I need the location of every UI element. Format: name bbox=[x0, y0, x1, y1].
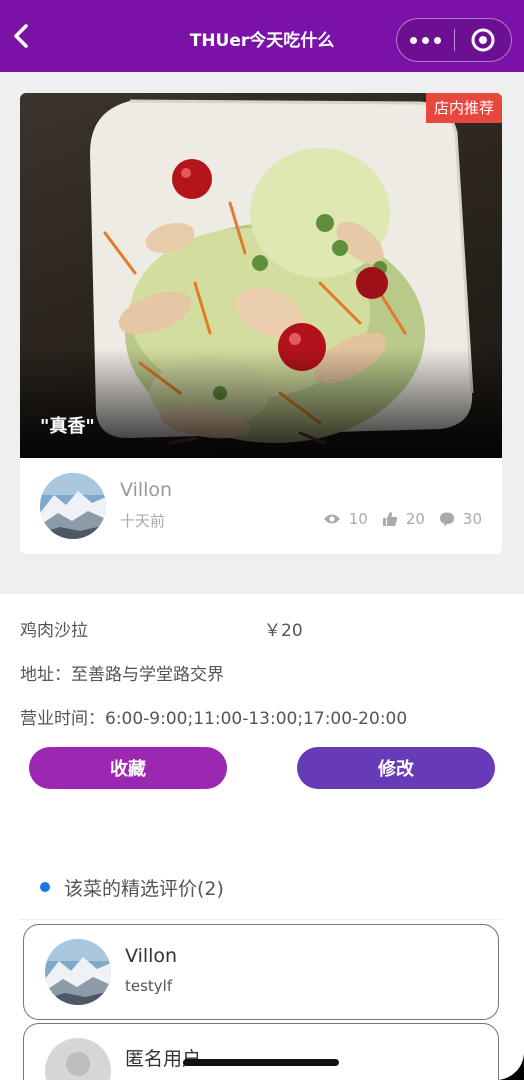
photo-caption: "真香" bbox=[40, 416, 95, 437]
more-button[interactable] bbox=[397, 19, 454, 61]
review-card[interactable]: 匿名用户 bbox=[23, 1023, 499, 1080]
navigation-bar: THUer今天吃什么 bbox=[0, 0, 524, 72]
default-user-avatar-icon bbox=[45, 1038, 111, 1080]
mountain-avatar-image bbox=[40, 473, 106, 539]
post-time: 十天前 bbox=[120, 512, 166, 530]
author-name[interactable]: Villon bbox=[120, 479, 172, 501]
reviewer-avatar[interactable] bbox=[45, 939, 111, 1005]
reviews-header: 该菜的精选评价(2) bbox=[20, 868, 502, 920]
review-text: testylf bbox=[125, 977, 173, 995]
views-count: 10 bbox=[348, 510, 368, 528]
review-card[interactable]: Villon testylf bbox=[23, 924, 499, 1020]
dish-address: 地址：至善路与学堂路交界 bbox=[20, 665, 224, 685]
dish-price: ￥20 bbox=[264, 621, 303, 641]
comment-icon bbox=[439, 512, 454, 527]
comments-stat[interactable]: 30 bbox=[439, 510, 482, 528]
recommend-badge: 店内推荐 bbox=[425, 93, 502, 123]
dish-photo[interactable]: 店内推荐 "真香" bbox=[20, 93, 502, 458]
mini-program-capsule bbox=[396, 18, 512, 62]
target-icon bbox=[471, 28, 495, 52]
home-indicator[interactable] bbox=[183, 1059, 339, 1066]
thumbs-up-icon bbox=[382, 512, 397, 526]
reviews-title: 该菜的精选评价(2) bbox=[64, 878, 224, 900]
reviewer-avatar[interactable] bbox=[45, 1038, 111, 1080]
comments-count: 30 bbox=[462, 510, 482, 528]
reviewer-name: 匿名用户 bbox=[125, 1048, 202, 1070]
avatar[interactable] bbox=[40, 473, 106, 539]
views-stat: 10 bbox=[323, 510, 368, 528]
likes-stat[interactable]: 20 bbox=[382, 510, 425, 528]
dish-name: 鸡肉沙拉 bbox=[20, 621, 88, 641]
close-mini-program-button[interactable] bbox=[454, 19, 511, 61]
more-dots-icon bbox=[409, 36, 441, 44]
author-row: Villon 十天前 10 20 30 bbox=[20, 458, 502, 554]
bullet-dot-icon bbox=[40, 882, 50, 892]
dish-hours: 营业时间：6:00-9:00;11:00-13:00;17:00-20:00 bbox=[20, 709, 408, 729]
favorite-button[interactable]: 收藏 bbox=[29, 747, 227, 789]
post-stats: 10 20 30 bbox=[315, 510, 482, 528]
reviewer-name: Villon bbox=[125, 945, 178, 967]
edit-button[interactable]: 修改 bbox=[297, 747, 495, 789]
eye-icon bbox=[323, 514, 340, 524]
mountain-avatar-image bbox=[45, 939, 111, 1005]
screen: THUer今天吃什么 店内推荐 "真香" Villon 十天前 10 20 30… bbox=[0, 0, 524, 1080]
post-card[interactable]: 店内推荐 "真香" Villon 十天前 10 20 30 bbox=[20, 93, 502, 554]
photo-gradient-overlay bbox=[20, 348, 502, 458]
likes-count: 20 bbox=[405, 510, 425, 528]
